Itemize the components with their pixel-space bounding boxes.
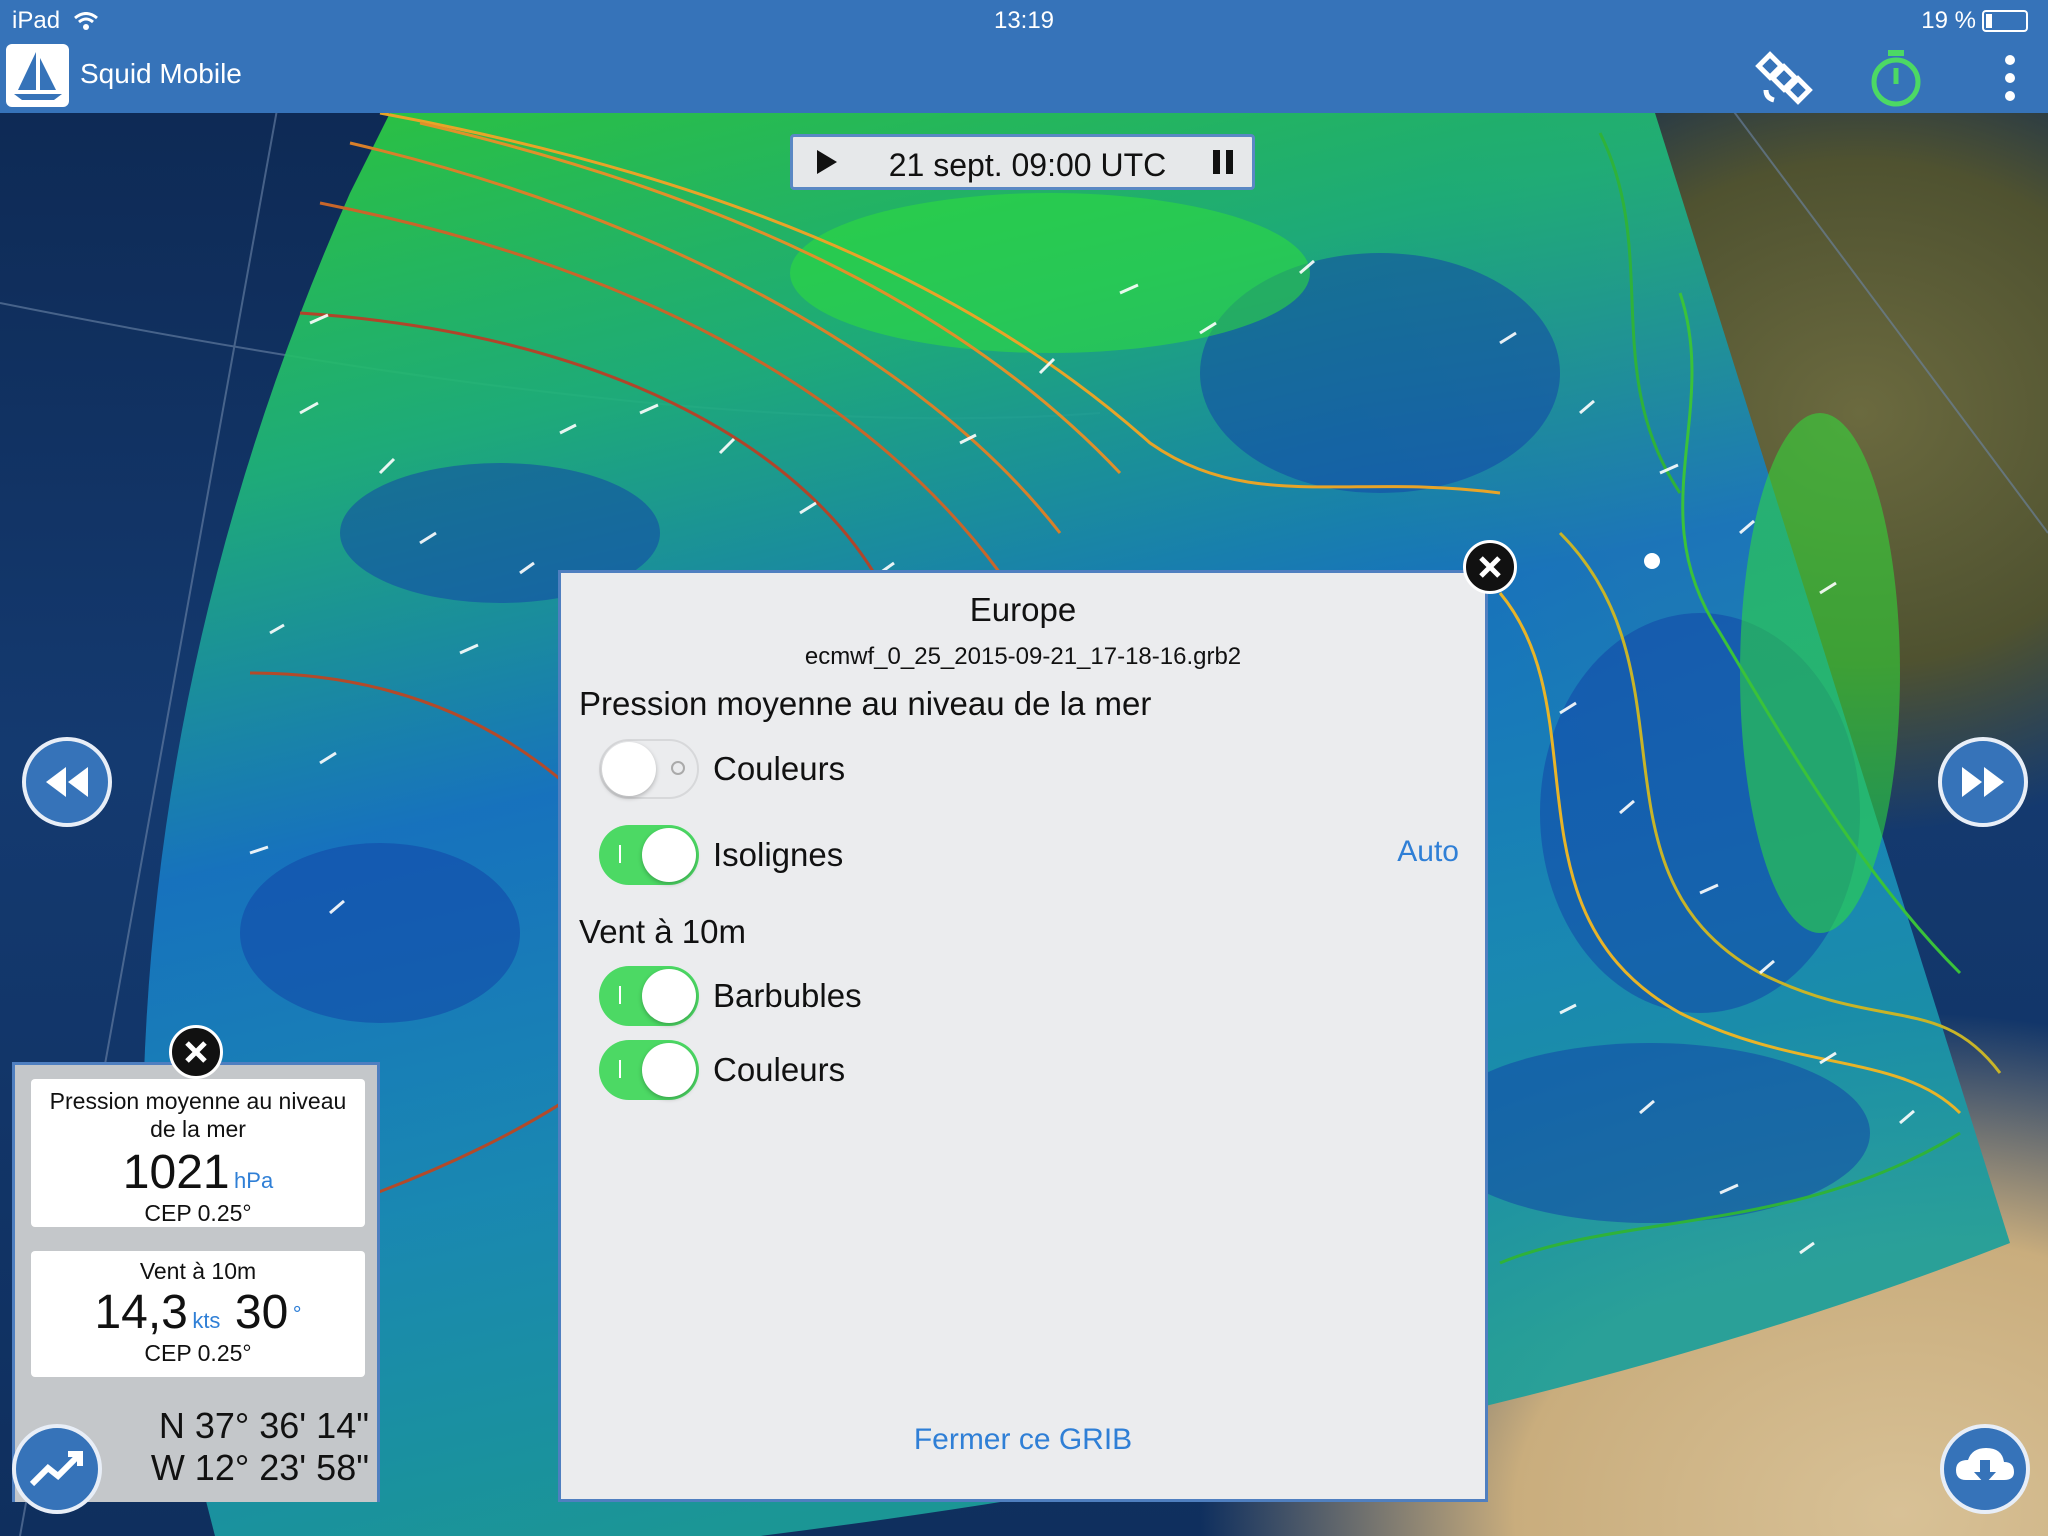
- pressure-card: Pression moyenne au niveau de la mer 102…: [31, 1079, 365, 1227]
- battery-icon: [1982, 10, 2028, 32]
- barbs-label: Barbubles: [713, 977, 862, 1014]
- sailboat-icon: [14, 52, 62, 100]
- row-wind-colors: Couleurs: [599, 1038, 845, 1102]
- section-pressure: Pression moyenne au niveau de la mer: [579, 685, 1152, 722]
- grib-dialog: Europe ecmwf_0_25_2015-09-21_17-18-16.gr…: [558, 570, 1488, 1502]
- timer-button[interactable]: [1864, 46, 1928, 110]
- section-wind: Vent à 10m: [579, 913, 746, 950]
- barbs-toggle[interactable]: [599, 966, 699, 1026]
- wind-source: CEP 0.25°: [144, 1340, 252, 1366]
- wind-title: Vent à 10m: [139, 1258, 257, 1284]
- pause-icon[interactable]: [1208, 147, 1238, 177]
- cursor-coordinates: N 37° 36' 14" W 12° 23' 58": [151, 1405, 369, 1489]
- download-button[interactable]: [1940, 1424, 2030, 1514]
- cloud-download-icon: [1956, 1448, 2014, 1484]
- more-vertical-icon: [2005, 55, 2015, 101]
- pressure-title: Pression moyenne au niveau de la mer: [49, 1088, 347, 1142]
- graph-button[interactable]: [12, 1424, 102, 1514]
- wind-speed-unit: kts: [192, 1308, 221, 1333]
- row-barbs: Barbubles: [599, 964, 862, 1028]
- fast-forward-icon: [1962, 767, 2004, 797]
- grib-filename: ecmwf_0_25_2015-09-21_17-18-16.grb2: [804, 643, 1242, 670]
- satellite-icon: [1755, 51, 1813, 105]
- rewind-icon: [46, 767, 88, 797]
- close-grib-link[interactable]: Fermer ce GRIB: [561, 1423, 1485, 1457]
- wind-colors-toggle[interactable]: [599, 1040, 699, 1100]
- timer-icon: [1871, 50, 1921, 107]
- trend-chart-icon: [29, 1451, 83, 1487]
- wind-card: Vent à 10m 14,3 kts 30 ° CEP 0.25°: [31, 1251, 365, 1377]
- row-pressure-colors: Couleurs: [599, 737, 845, 801]
- pressure-value: 1021: [122, 1146, 230, 1199]
- isolines-label: Isolignes: [713, 836, 844, 873]
- row-isolines: Isolignes: [599, 823, 843, 887]
- isolines-auto-link[interactable]: Auto: [1397, 835, 1459, 869]
- satellite-button[interactable]: [1752, 46, 1816, 110]
- wind-colors-label: Couleurs: [713, 1051, 846, 1088]
- dialog-close-button[interactable]: [1463, 540, 1517, 594]
- wind-direction: 30: [234, 1286, 289, 1339]
- wind-speed: 14,3: [94, 1286, 188, 1339]
- app-title: Squid Mobile: [80, 58, 242, 89]
- status-bar: iPad 13:19 19 %: [0, 0, 2048, 40]
- more-menu-button[interactable]: [1980, 46, 2040, 110]
- position-marker: [1644, 553, 1660, 569]
- wind-direction-unit: °: [292, 1301, 302, 1327]
- pressure-unit: hPa: [234, 1168, 274, 1193]
- dialog-title: Europe: [969, 591, 1077, 628]
- latitude: N 37° 36' 14": [158, 1405, 369, 1446]
- app-logo: [6, 44, 69, 107]
- longitude: W 12° 23' 58": [150, 1447, 369, 1488]
- pressure-colors-toggle[interactable]: [599, 739, 699, 799]
- isolines-toggle[interactable]: [599, 825, 699, 885]
- clock: 13:19: [993, 7, 1055, 34]
- close-icon: [185, 1041, 207, 1063]
- fast-forward-button[interactable]: [1938, 737, 2028, 827]
- time-control: 21 sept. 09:00 UTC: [790, 134, 1255, 190]
- pressure-source: CEP 0.25°: [144, 1200, 252, 1226]
- forecast-time: 21 sept. 09:00 UTC: [888, 147, 1167, 183]
- pressure-colors-label: Couleurs: [713, 750, 846, 787]
- play-icon[interactable]: [811, 147, 841, 177]
- close-icon: [1479, 556, 1501, 578]
- rewind-button[interactable]: [22, 737, 112, 827]
- info-panel-close-button[interactable]: [169, 1025, 223, 1079]
- app-bar: Squid Mobile: [0, 40, 2048, 113]
- battery-percent: 19 %: [1921, 7, 1976, 34]
